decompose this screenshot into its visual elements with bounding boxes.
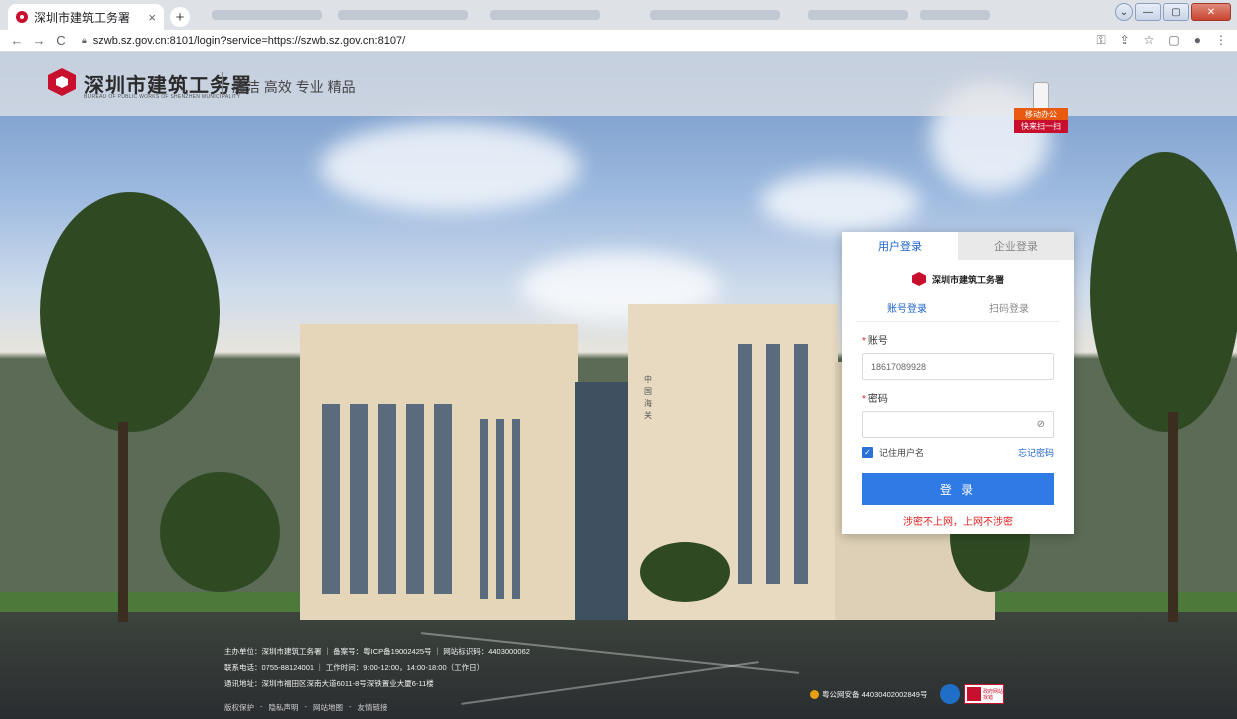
address-bar: ← → C 🔒︎ szwb.sz.gov.cn:8101/login?servi… [0, 30, 1237, 52]
account-label: * 账号 [862, 336, 888, 347]
tree [160, 472, 280, 592]
back-button[interactable]: ← [6, 33, 28, 48]
checkbox-checked-icon[interactable]: ✓ [862, 447, 873, 458]
panel-logo-text: 深圳市建筑工务署 [931, 274, 1004, 285]
footer-link-friends[interactable]: 友情链接 [358, 702, 388, 713]
gov-badge-logo-icon [967, 687, 981, 701]
gov-badge-text: 政府网站 找错 [983, 689, 1004, 701]
remember-username-checkbox[interactable]: ✓ 记住用户名 [862, 446, 924, 459]
tree [640, 542, 730, 602]
lock-icon[interactable]: 🔒︎ [82, 35, 87, 46]
footer-links: 版权保护 - 隐私声明 - 网站地图 - 友情链接 [224, 702, 388, 713]
public-security-beian[interactable]: 粤公网安备 44030402002849号 [810, 689, 927, 700]
bookmark-star-icon[interactable]: ☆ [1144, 33, 1155, 48]
sidebar-icon[interactable]: ▢ [1168, 33, 1179, 48]
cloud [760, 172, 920, 232]
police-badge-icon [810, 690, 819, 699]
forward-button[interactable]: → [28, 33, 50, 48]
tab-user-login[interactable]: 用户登录 [842, 232, 958, 260]
login-tabs: 用户登录 企业登录 [842, 232, 1074, 260]
url-field[interactable]: szwb.sz.gov.cn:8101/login?service=https:… [93, 35, 405, 47]
site-name-en: BUREAU OF PUBLIC WORKS OF SHENZHEN MUNIC… [84, 94, 241, 100]
gov-site-error-badge[interactable]: 政府网站 找错 [964, 684, 1004, 704]
tree [40, 192, 220, 432]
forgot-password-link[interactable]: 忘记密码 [1018, 446, 1054, 459]
tab-search-dropdown-icon[interactable]: ⌄ [1115, 3, 1133, 21]
phone-icon [1033, 82, 1049, 110]
building-sign: 中国海关 [644, 375, 652, 420]
window-controls: ⌄ — ▢ ✕ [1115, 3, 1231, 21]
minimize-button[interactable]: — [1135, 3, 1161, 21]
footer-link-copyright[interactable]: 版权保护 [224, 702, 254, 713]
footer-link-sitemap[interactable]: 网站地图 [313, 702, 343, 713]
footer-line-address: 通讯地址：深圳市福田区深南大道6011-8号深铁置业大厦6-11楼 [224, 679, 434, 688]
tab-qr-login[interactable]: 扫码登录 [958, 300, 1060, 321]
tab-active[interactable]: 深圳市建筑工务署 × [8, 4, 164, 30]
blurred-tab[interactable] [650, 10, 780, 20]
plaza-ground [0, 612, 1237, 719]
footer-line-organizer: 主办单位：深圳市建筑工务署 ｜ 备案号：粤ICP备19002425号 ｜ 网站标… [224, 647, 530, 656]
mobile-office-badge[interactable]: 移动办公 快来扫一扫 [1014, 82, 1068, 136]
new-tab-button[interactable]: + [170, 7, 190, 27]
blurred-tab[interactable] [808, 10, 908, 20]
login-button[interactable]: 登 录 [862, 473, 1054, 505]
bureau-logo-icon [911, 272, 926, 286]
panel-logo: 深圳市建筑工务署 [842, 268, 1074, 290]
share-icon[interactable]: ⇪ [1120, 33, 1130, 48]
blurred-tab[interactable] [212, 10, 322, 20]
cloud [320, 122, 580, 212]
tab-account-login[interactable]: 账号登录 [856, 300, 958, 321]
tree-trunk [118, 422, 128, 622]
browser-tab-bar: 深圳市建筑工务署 × + ⌄ — ▢ ✕ [0, 0, 1237, 30]
maximize-button[interactable]: ▢ [1163, 3, 1189, 21]
login-page: 中国海关 深圳市建筑工务署 BUREAU OF PUBLIC WORKS OF … [0, 52, 1237, 719]
security-warning: 涉密不上网，上网不涉密 [903, 517, 1013, 528]
blurred-tab[interactable] [338, 10, 468, 20]
profile-icon[interactable]: ● [1194, 33, 1201, 48]
tree-trunk [1168, 412, 1178, 622]
footer-link-privacy[interactable]: 隐私声明 [269, 702, 299, 713]
gov-site-badge-icon[interactable] [940, 684, 960, 704]
password-input[interactable]: ⊘ [862, 411, 1054, 438]
footer-info: 主办单位：深圳市建筑工务署 ｜ 备案号：粤ICP备19002425号 ｜ 网站标… [224, 644, 530, 692]
password-key-icon[interactable]: ⚿ [1096, 33, 1105, 48]
slogan: 廉洁 高效 专业 精品 [232, 79, 356, 95]
tab-enterprise-login[interactable]: 企业登录 [958, 232, 1074, 260]
tab-title: 深圳市建筑工务署 [34, 10, 131, 25]
bureau-logo-icon [48, 68, 76, 96]
hide-password-icon[interactable]: ⊘ [1037, 419, 1045, 430]
blurred-tab[interactable] [920, 10, 990, 20]
blurred-tab[interactable] [490, 10, 600, 20]
site-favicon-icon [16, 11, 28, 23]
login-method-tabs: 账号登录 扫码登录 [856, 300, 1060, 322]
close-window-button[interactable]: ✕ [1191, 3, 1231, 21]
header-divider [222, 72, 223, 96]
menu-icon[interactable]: ⋮ [1215, 33, 1227, 48]
login-panel: 用户登录 企业登录 深圳市建筑工务署 账号登录 扫码登录 * 账号 1861708… [842, 232, 1074, 534]
building-glass-atrium [575, 382, 635, 620]
footer-line-contact: 联系电话：0755-88124001 ｜ 工作时间：9:00-12:00，14:… [224, 663, 485, 672]
scan-qr-label: 快来扫一扫 [1014, 120, 1068, 133]
building-left [300, 324, 578, 620]
account-input[interactable]: 18617089928 [862, 353, 1054, 380]
tree [1090, 152, 1237, 432]
remember-row: ✓ 记住用户名 忘记密码 [862, 446, 1054, 459]
tab-close-icon[interactable]: × [148, 10, 156, 25]
address-bar-actions: ⚿ ⇪ ☆ ▢ ● ⋮ [1096, 33, 1227, 48]
reload-button[interactable]: C [50, 33, 72, 48]
password-label: * 密码 [862, 394, 888, 405]
